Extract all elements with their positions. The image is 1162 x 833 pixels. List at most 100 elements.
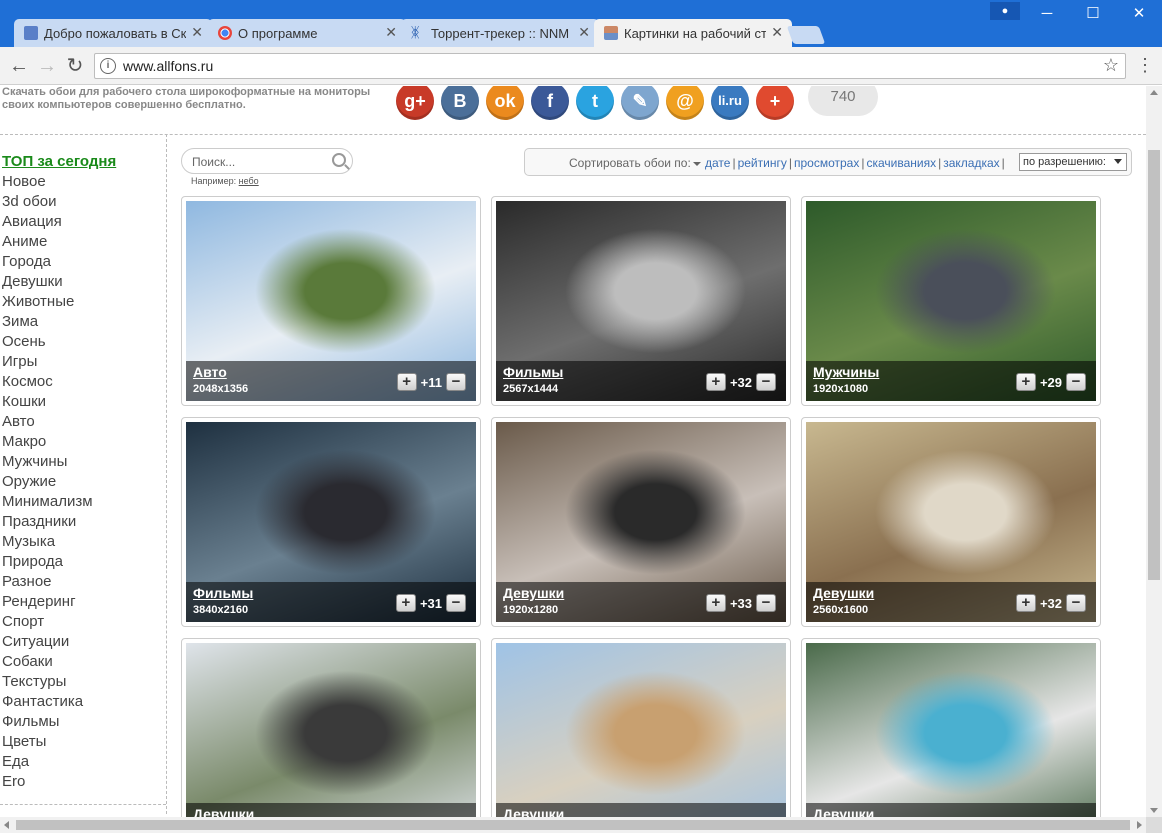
sidebar-category-link[interactable]: Аниме	[2, 232, 162, 252]
wallpaper-thumbnail[interactable]: Фильмы 2567x1444 + +32−	[496, 201, 786, 401]
horizontal-scrollbar[interactable]	[0, 817, 1146, 833]
vote-down-icon[interactable]: −	[1066, 373, 1086, 391]
sidebar-category-link[interactable]: Города	[2, 252, 162, 272]
wallpaper-category-link[interactable]: Девушки	[193, 806, 254, 817]
sort-option-link[interactable]: скачиваниях	[866, 156, 936, 170]
twitter-icon[interactable]: t	[576, 86, 614, 120]
sidebar-category-link[interactable]: Минимализм	[2, 492, 162, 512]
sidebar-category-link[interactable]: Авто	[2, 412, 162, 432]
vote-down-icon[interactable]: −	[756, 594, 776, 612]
scroll-right-icon[interactable]	[1137, 821, 1142, 829]
sort-option-link[interactable]: просмотрах	[794, 156, 859, 170]
sidebar-category-link[interactable]: Космос	[2, 372, 162, 392]
wallpaper-category-link[interactable]: Девушки	[813, 806, 874, 817]
wallpaper-thumbnail[interactable]: Фильмы 3840x2160 + +31−	[186, 422, 476, 622]
scroll-down-icon[interactable]	[1150, 808, 1158, 813]
browser-tab[interactable]: ᛤ Торрент-трекер :: NNM ✕	[401, 19, 599, 47]
close-icon[interactable]: ✕	[578, 24, 590, 41]
maximize-icon[interactable]: ☐	[1070, 4, 1116, 24]
user-profile-icon[interactable]: ●	[990, 2, 1020, 20]
sidebar-category-link[interactable]: Ero	[2, 772, 162, 792]
close-icon[interactable]: ✕	[771, 24, 783, 41]
vote-up-icon[interactable]: +	[395, 594, 416, 612]
wallpaper-category-link[interactable]: Девушки	[503, 585, 564, 601]
browser-tab[interactable]: О программе ✕	[208, 19, 406, 47]
wallpaper-image[interactable]	[806, 643, 1096, 817]
vk-icon[interactable]: B	[441, 86, 479, 120]
resolution-select[interactable]: по разрешению:	[1019, 153, 1127, 171]
wallpaper-category-link[interactable]: Девушки	[813, 585, 874, 601]
vote-up-icon[interactable]: +	[705, 373, 726, 391]
vote-down-icon[interactable]: −	[756, 373, 776, 391]
wallpaper-category-link[interactable]: Фильмы	[503, 364, 563, 380]
wallpaper-thumbnail[interactable]: Девушки 2560x1600 + +32−	[806, 422, 1096, 622]
sidebar-category-link[interactable]: Фантастика	[2, 692, 162, 712]
wallpaper-card[interactable]: Фильмы 3840x2160 + +31−	[181, 417, 481, 627]
wallpaper-thumbnail[interactable]: Девушки	[806, 643, 1096, 817]
wallpaper-card[interactable]: Мужчины 1920x1080 + +29−	[801, 196, 1101, 406]
sort-option-link[interactable]: дате	[705, 156, 730, 170]
close-window-icon[interactable]: ✕	[1116, 4, 1162, 24]
new-tab-button[interactable]	[786, 26, 826, 44]
sidebar-category-link[interactable]: Еда	[2, 752, 162, 772]
sort-option-link[interactable]: закладках	[943, 156, 999, 170]
sidebar-category-link[interactable]: Девушки	[2, 272, 162, 292]
vote-down-icon[interactable]: −	[446, 373, 466, 391]
vote-up-icon[interactable]: +	[396, 373, 417, 391]
sidebar-category-link[interactable]: Разное	[2, 572, 162, 592]
wallpaper-image[interactable]	[186, 643, 476, 817]
sidebar-category-link[interactable]: Осень	[2, 332, 162, 352]
vote-up-icon[interactable]: +	[705, 594, 726, 612]
reload-icon[interactable]: ↻	[64, 55, 86, 77]
wallpaper-thumbnail[interactable]: Девушки	[496, 643, 786, 817]
sidebar-category-link[interactable]: Макро	[2, 432, 162, 452]
wallpaper-card[interactable]: Девушки 2560x1600 + +32−	[801, 417, 1101, 627]
wallpaper-card[interactable]: Девушки	[181, 638, 481, 817]
example-link[interactable]: небо	[239, 176, 259, 186]
sidebar-category-link[interactable]: Музыка	[2, 532, 162, 552]
sidebar-category-link[interactable]: Фильмы	[2, 712, 162, 732]
vote-down-icon[interactable]: −	[1066, 594, 1086, 612]
back-icon[interactable]: ←	[8, 55, 30, 77]
sidebar-top-today-link[interactable]: ТОП за сегодня	[2, 152, 162, 172]
forward-icon[interactable]: →	[36, 55, 58, 77]
vote-down-icon[interactable]: −	[446, 594, 466, 612]
browser-tab-active[interactable]: Картинки на рабочий ст ✕	[594, 19, 792, 47]
address-bar[interactable]: i www.allfons.ru ☆	[94, 53, 1126, 79]
google-plus-icon[interactable]: g+	[396, 86, 434, 120]
info-icon[interactable]: i	[100, 58, 116, 74]
facebook-icon[interactable]: f	[531, 86, 569, 120]
sidebar-category-link[interactable]: Рендеринг	[2, 592, 162, 612]
sidebar-category-link[interactable]: Собаки	[2, 652, 162, 672]
scrollbar-thumb[interactable]	[16, 820, 1130, 830]
browser-tab[interactable]: Добро пожаловать в Ск ✕	[14, 19, 212, 47]
close-icon[interactable]: ✕	[191, 24, 203, 41]
liveinternet-icon[interactable]: li.ru	[711, 86, 749, 120]
wallpaper-card[interactable]: Фильмы 2567x1444 + +32−	[491, 196, 791, 406]
sidebar-category-link[interactable]: Ситуации	[2, 632, 162, 652]
sidebar-category-link[interactable]: Новое	[2, 172, 162, 192]
wallpaper-thumbnail[interactable]: Девушки	[186, 643, 476, 817]
sidebar-category-link[interactable]: Мужчины	[2, 452, 162, 472]
vote-up-icon[interactable]: +	[1015, 373, 1036, 391]
wallpaper-card[interactable]: Авто 2048x1356 + +11−	[181, 196, 481, 406]
minimize-icon[interactable]: ─	[1024, 4, 1070, 24]
search-icon[interactable]	[332, 153, 346, 167]
wallpaper-image[interactable]	[496, 643, 786, 817]
wallpaper-thumbnail[interactable]: Девушки 1920x1280 + +33−	[496, 422, 786, 622]
sidebar-category-link[interactable]: Оружие	[2, 472, 162, 492]
vote-up-icon[interactable]: +	[1015, 594, 1036, 612]
wallpaper-thumbnail[interactable]: Авто 2048x1356 + +11−	[186, 201, 476, 401]
wallpaper-card[interactable]: Девушки	[491, 638, 791, 817]
sidebar-category-link[interactable]: Кошки	[2, 392, 162, 412]
wallpaper-card[interactable]: Девушки	[801, 638, 1101, 817]
wallpaper-card[interactable]: Девушки 1920x1280 + +33−	[491, 417, 791, 627]
sidebar-category-link[interactable]: Природа	[2, 552, 162, 572]
sidebar-category-link[interactable]: Авиация	[2, 212, 162, 232]
more-share-icon[interactable]: +	[756, 86, 794, 120]
sidebar-category-link[interactable]: Праздники	[2, 512, 162, 532]
menu-dots-icon[interactable]: ⋮	[1136, 55, 1154, 75]
close-icon[interactable]: ✕	[385, 24, 397, 41]
scrollbar-thumb[interactable]	[1148, 150, 1160, 580]
odnoklassniki-icon[interactable]: ok	[486, 86, 524, 120]
